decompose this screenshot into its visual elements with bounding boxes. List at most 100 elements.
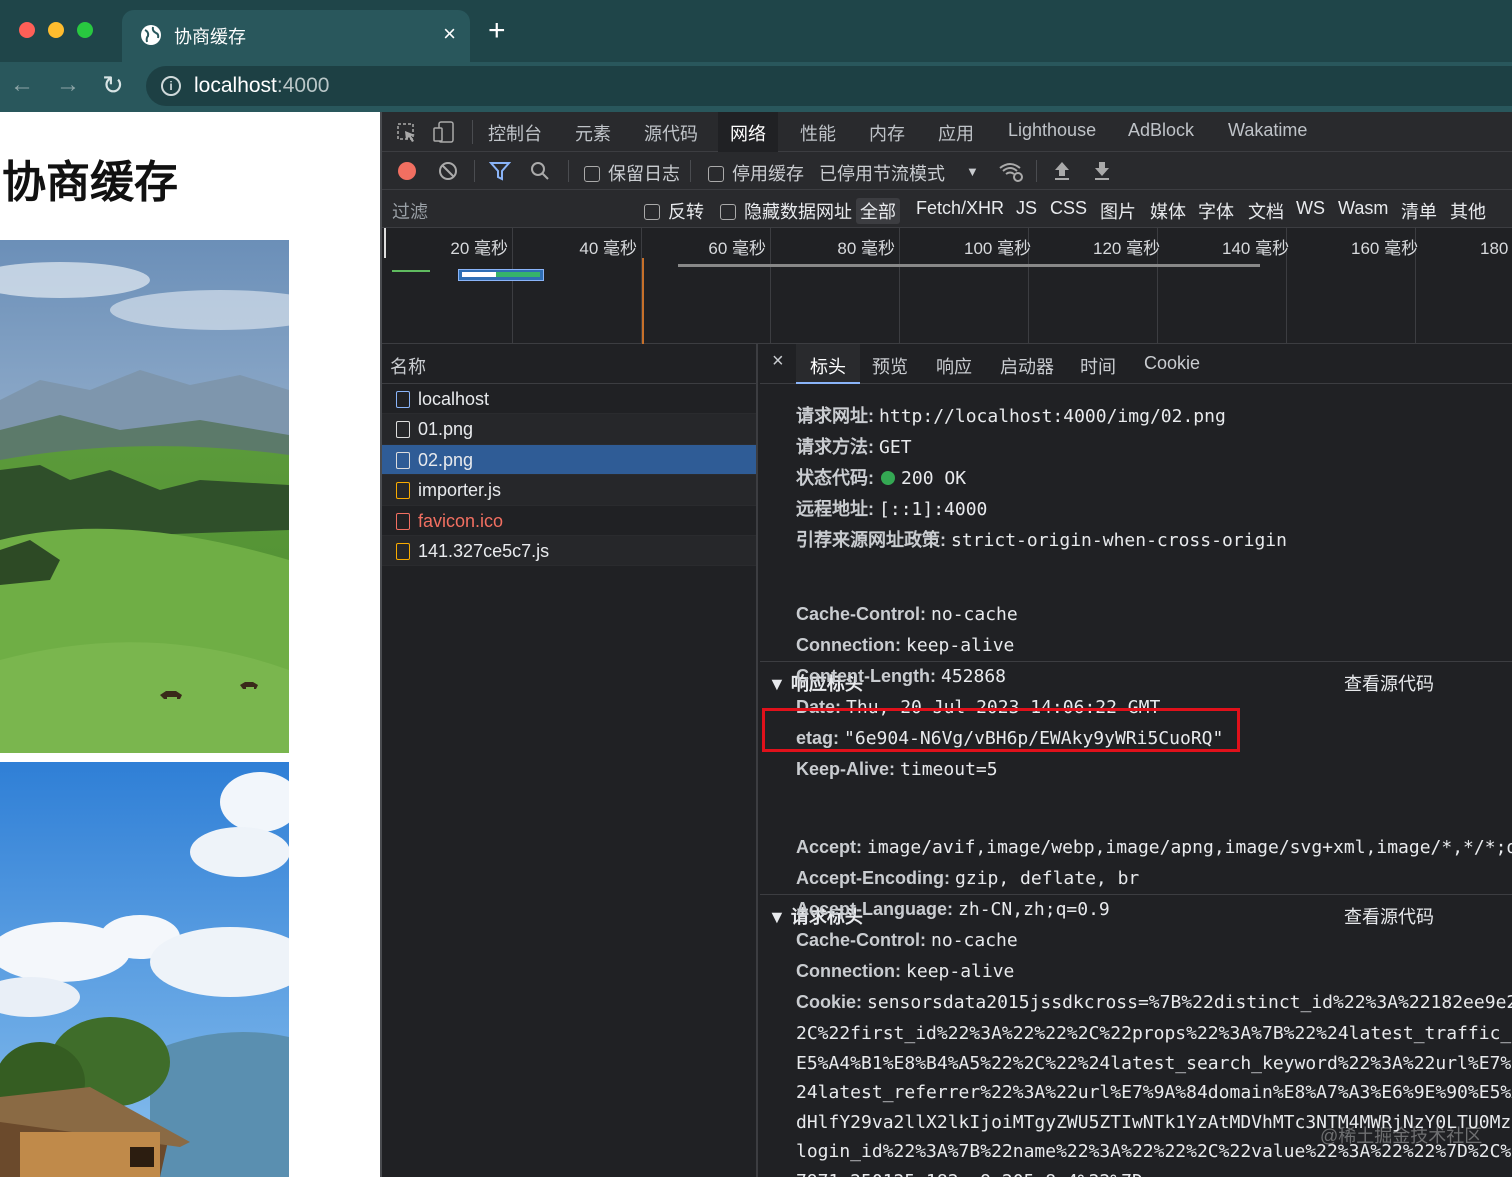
invert-checkbox[interactable]: 反转 (644, 198, 704, 224)
header-value[interactable]: no-cache (931, 604, 1018, 625)
detail-tab-1[interactable]: 预览 (872, 353, 908, 379)
request-row[interactable]: 141.327ce5c7.js (382, 535, 756, 567)
type-filter-10[interactable]: 清单 (1401, 198, 1437, 224)
type-filter-7[interactable]: 文档 (1248, 198, 1284, 224)
request-row[interactable]: 02.png (382, 444, 756, 476)
site-info-icon[interactable]: i (161, 76, 181, 96)
header-value[interactable]: http://localhost:4000/img/02.png (879, 406, 1226, 427)
close-detail-icon[interactable]: × (772, 350, 784, 373)
devtools-tab-1[interactable]: 元素 (575, 120, 611, 146)
header-value[interactable]: [::1]:4000 (879, 499, 987, 520)
inspect-element-icon[interactable] (396, 122, 418, 144)
network-toolbar: 保留日志 停用缓存 已停用节流模式 ▼ (382, 152, 1512, 190)
reload-icon[interactable]: ↻ (102, 72, 124, 98)
name-column-header[interactable]: 名称 (382, 344, 756, 384)
filter-input[interactable]: 过滤 (392, 198, 428, 224)
js-file-icon (396, 482, 410, 500)
header-value[interactable]: GET (879, 437, 912, 458)
request-row[interactable]: importer.js (382, 475, 756, 506)
timeline-tick-label: 40 毫秒 (579, 239, 637, 258)
timeline-gridline (512, 228, 513, 344)
request-row[interactable]: 01.png (382, 414, 756, 445)
devtools-tab-9[interactable]: Wakatime (1228, 120, 1307, 141)
js-file-icon (396, 542, 410, 560)
checkbox-box[interactable] (708, 166, 724, 182)
toolbar-divider (474, 160, 475, 182)
header-key: Cookie: (796, 992, 863, 1012)
clear-icon[interactable] (438, 161, 458, 181)
import-har-icon[interactable] (1052, 160, 1072, 182)
back-arrow-icon[interactable]: ← (10, 73, 34, 97)
timeline-range-bar[interactable] (678, 264, 1260, 267)
header-value[interactable]: image/avif,image/webp,image/apng,image/s… (867, 837, 1512, 858)
header-value[interactable]: keep-alive (906, 635, 1014, 656)
address-bar[interactable]: i localhost:4000 (146, 66, 1512, 106)
export-har-icon[interactable] (1092, 160, 1112, 182)
header-value[interactable]: gzip, deflate, br (955, 868, 1139, 889)
header-value[interactable]: 200 OK (901, 468, 966, 489)
disable-cache-checkbox[interactable]: 停用缓存 (708, 160, 804, 186)
type-filter-3[interactable]: CSS (1050, 198, 1087, 219)
devtools-tab-0[interactable]: 控制台 (488, 120, 542, 146)
preserve-log-checkbox[interactable]: 保留日志 (584, 160, 680, 186)
header-key: 状态代码: (796, 468, 874, 488)
chevron-down-icon[interactable]: ▼ (966, 164, 979, 179)
hide-data-urls-checkbox[interactable]: 隐藏数据网址 (720, 198, 852, 224)
checkbox-box[interactable] (720, 204, 736, 220)
type-filter-11[interactable]: 其他 (1450, 198, 1486, 224)
header-value[interactable]: keep-alive (906, 961, 1014, 982)
header-value[interactable]: timeout=5 (900, 759, 998, 780)
type-filter-5[interactable]: 媒体 (1150, 198, 1186, 224)
timeline-start-marker (384, 228, 386, 258)
request-row[interactable]: favicon.ico (382, 506, 756, 536)
throttling-select[interactable]: 已停用节流模式 (819, 160, 945, 186)
header-row: 请求网址: http://localhost:4000/img/02.png (796, 402, 1226, 428)
view-source-link[interactable]: 查看源代码 (1344, 670, 1434, 696)
close-window-button[interactable] (19, 22, 35, 38)
toolbar-divider (1036, 160, 1037, 182)
checkbox-box[interactable] (584, 166, 600, 182)
devtools-tab-4[interactable]: 性能 (800, 120, 836, 146)
search-icon[interactable] (530, 161, 550, 181)
header-value[interactable]: sensorsdata2015jssdkcross=%7B%22distinct… (867, 992, 1512, 1013)
devtools-panel: 控制台 元素 源代码 网络 性能 内存 应用 Lighthouse AdBlock Wakatim… (380, 112, 1512, 1177)
new-tab-button[interactable]: + (488, 16, 506, 46)
view-source-link[interactable]: 查看源代码 (1344, 903, 1434, 929)
type-filter-1[interactable]: Fetch/XHR (916, 198, 1004, 219)
devtools-tab-3[interactable]: 网络 (718, 112, 778, 152)
header-value[interactable]: strict-origin-when-cross-origin (951, 530, 1287, 551)
devtools-tab-2[interactable]: 源代码 (644, 120, 698, 146)
timeline-overview: 20 毫秒 40 毫秒 60 毫秒 80 毫秒 100 毫秒 120 毫秒 140 毫秒 16… (382, 228, 1512, 344)
device-toolbar-icon[interactable] (432, 120, 456, 144)
detail-tab-2[interactable]: 响应 (936, 353, 972, 379)
header-value[interactable]: no-cache (931, 930, 1018, 951)
devtools-tab-6[interactable]: 应用 (938, 120, 974, 146)
type-filter-8[interactable]: WS (1296, 198, 1325, 219)
request-row[interactable]: localhost (382, 384, 756, 415)
forward-arrow-icon[interactable]: → (56, 73, 80, 97)
detail-tab-4[interactable]: 时间 (1080, 353, 1116, 379)
minimize-window-button[interactable] (48, 22, 64, 38)
devtools-tab-7[interactable]: Lighthouse (1008, 120, 1096, 141)
tab-close-icon[interactable]: × (443, 21, 456, 47)
record-button[interactable] (398, 162, 416, 180)
filter-icon[interactable] (489, 161, 511, 181)
checkbox-box[interactable] (644, 204, 660, 220)
maximize-window-button[interactable] (77, 22, 93, 38)
header-row: Cookie: sensorsdata2015jssdkcross=%7B%22… (796, 992, 1512, 1013)
type-filter-4[interactable]: 图片 (1100, 198, 1136, 224)
detail-tab-0[interactable]: 标头 (796, 344, 860, 384)
type-filter-2[interactable]: JS (1016, 198, 1037, 219)
detail-tab-5[interactable]: Cookie (1144, 353, 1200, 374)
type-filter-0[interactable]: 全部 (856, 198, 900, 224)
browser-tab[interactable]: 协商缓存 × (122, 10, 470, 62)
header-value[interactable]: zh-CN,zh;q=0.9 (958, 899, 1110, 920)
devtools-tab-8[interactable]: AdBlock (1128, 120, 1194, 141)
request-name: favicon.ico (418, 510, 504, 531)
network-conditions-icon[interactable] (998, 160, 1024, 182)
type-filter-6[interactable]: 字体 (1198, 198, 1234, 224)
detail-tab-3[interactable]: 启动器 (1000, 353, 1054, 379)
devtools-tab-5[interactable]: 内存 (869, 120, 905, 146)
header-value[interactable]: 452868 (941, 666, 1006, 687)
type-filter-9[interactable]: Wasm (1338, 198, 1388, 219)
